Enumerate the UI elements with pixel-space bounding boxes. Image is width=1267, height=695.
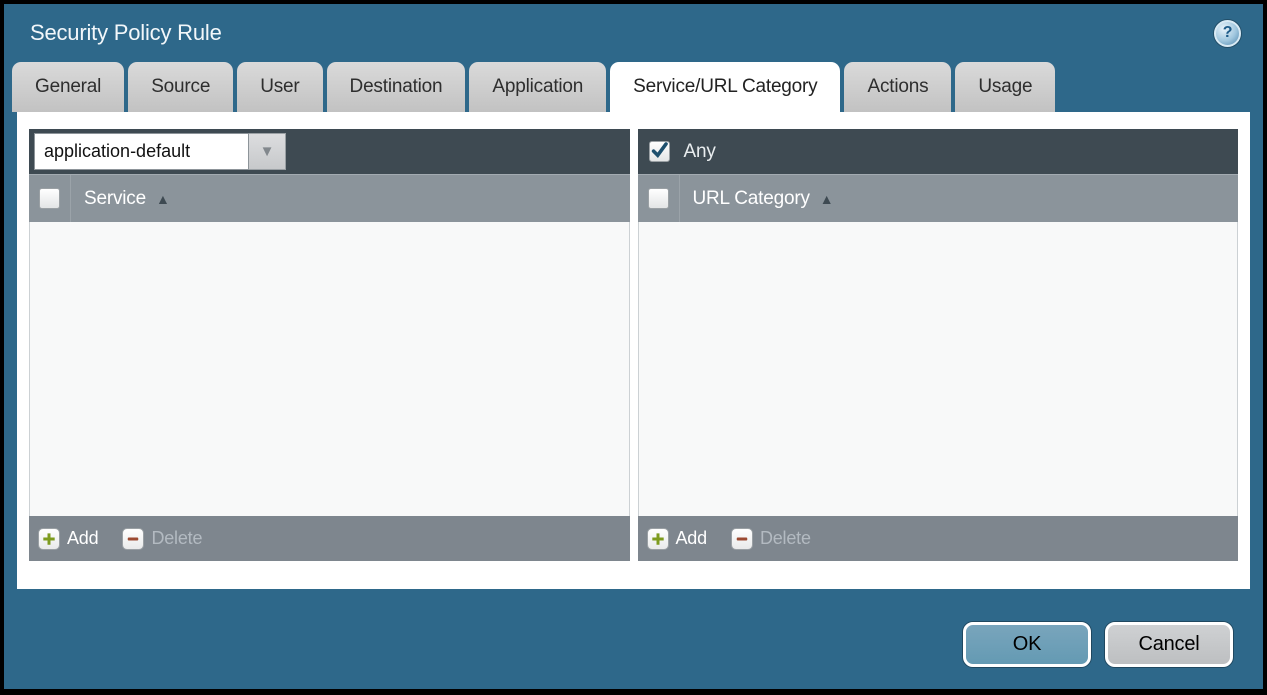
tab-content-service-url-category: ▼ Service ▲ <box>17 112 1250 589</box>
url-category-delete-button[interactable]: Delete <box>731 528 811 550</box>
tab-source[interactable]: Source <box>128 62 233 112</box>
url-category-column-header[interactable]: URL Category ▲ <box>680 188 834 210</box>
sort-ascending-icon: ▲ <box>820 191 834 207</box>
url-category-toolbar: Any <box>638 129 1239 174</box>
service-column-label: Service <box>84 188 146 210</box>
security-policy-rule-dialog: Security Policy Rule ? General Source Us… <box>0 0 1267 695</box>
add-button-label: Add <box>676 528 707 549</box>
cancel-button[interactable]: Cancel <box>1105 622 1233 667</box>
dialog-title: Security Policy Rule <box>30 20 222 46</box>
add-plus-icon <box>647 528 669 550</box>
tab-bar: General Source User Destination Applicat… <box>4 62 1263 112</box>
tab-application[interactable]: Application <box>469 62 606 112</box>
delete-button-label: Delete <box>760 528 811 549</box>
tab-service-url-category[interactable]: Service/URL Category <box>610 62 840 112</box>
service-add-button[interactable]: Add <box>38 528 98 550</box>
service-type-input[interactable] <box>34 133 249 170</box>
url-category-add-button[interactable]: Add <box>647 528 707 550</box>
dropdown-arrow-icon[interactable]: ▼ <box>249 133 286 170</box>
service-table-header: Service ▲ <box>29 174 630 222</box>
service-footer: Add Delete <box>29 516 630 561</box>
add-button-label: Add <box>67 528 98 549</box>
sort-ascending-icon: ▲ <box>156 191 170 207</box>
service-column-header[interactable]: Service ▲ <box>71 188 170 210</box>
url-category-select-all-checkbox[interactable] <box>648 188 669 209</box>
url-category-column-label: URL Category <box>693 188 810 210</box>
service-delete-button[interactable]: Delete <box>122 528 202 550</box>
service-type-dropdown[interactable]: ▼ <box>34 133 286 170</box>
ok-button[interactable]: OK <box>963 622 1091 667</box>
dialog-action-row: OK Cancel <box>963 622 1233 667</box>
help-icon[interactable]: ? <box>1214 20 1241 47</box>
url-category-table-header: URL Category ▲ <box>638 174 1239 222</box>
any-label: Any <box>684 141 716 163</box>
add-plus-icon <box>38 528 60 550</box>
delete-minus-icon <box>731 528 753 550</box>
tab-usage[interactable]: Usage <box>955 62 1055 112</box>
dialog-title-bar: Security Policy Rule ? <box>4 4 1263 62</box>
tab-destination[interactable]: Destination <box>327 62 466 112</box>
tab-actions[interactable]: Actions <box>844 62 951 112</box>
tab-user[interactable]: User <box>237 62 322 112</box>
service-panel: ▼ Service ▲ <box>29 129 630 561</box>
service-toolbar: ▼ <box>29 129 630 174</box>
url-category-list <box>638 222 1239 516</box>
service-list <box>29 222 630 516</box>
delete-button-label: Delete <box>151 528 202 549</box>
service-select-all-checkbox[interactable] <box>39 188 60 209</box>
url-category-footer: Add Delete <box>638 516 1239 561</box>
delete-minus-icon <box>122 528 144 550</box>
tab-general[interactable]: General <box>12 62 124 112</box>
any-row: Any <box>643 141 716 163</box>
any-checkbox[interactable] <box>649 141 670 162</box>
url-category-panel: Any URL Category ▲ <box>638 129 1239 561</box>
